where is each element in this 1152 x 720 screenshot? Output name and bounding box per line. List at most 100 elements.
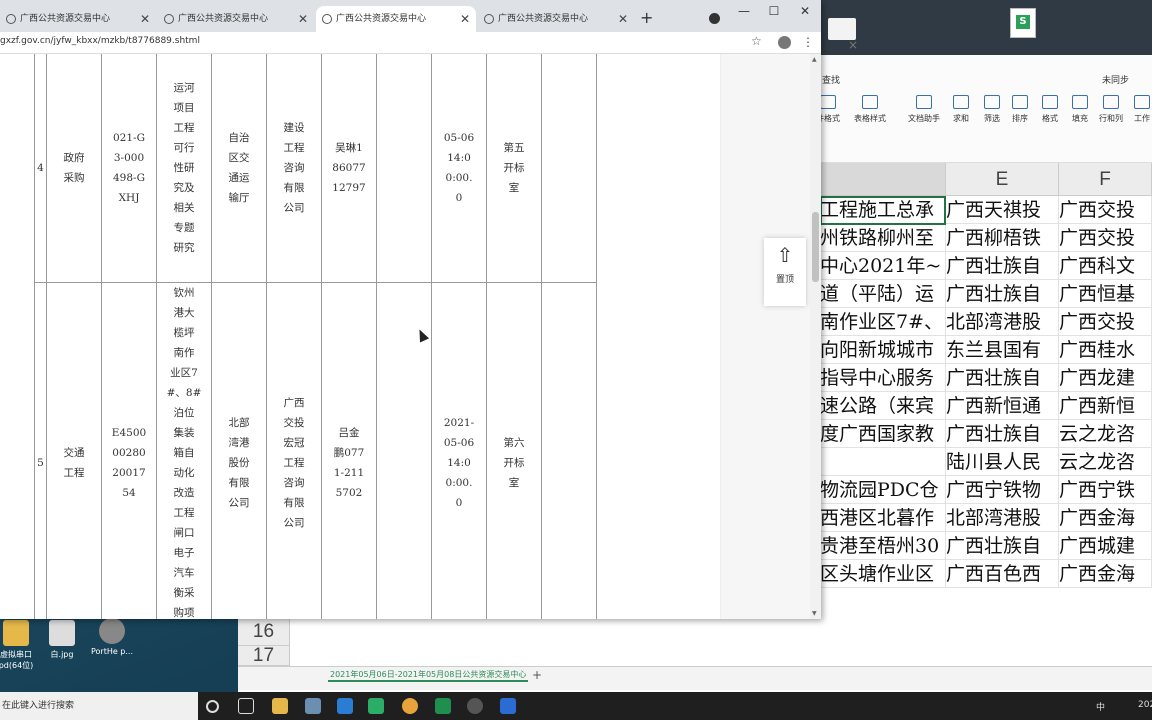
- spreadsheet-cell[interactable]: 广西金海: [1059, 560, 1152, 588]
- sort-button[interactable]: 排序: [1004, 95, 1036, 124]
- writer-app-icon[interactable]: [500, 698, 516, 714]
- spreadsheet-cell[interactable]: 东兰县国有: [946, 336, 1059, 364]
- spreadsheet-cell[interactable]: 广西桂水: [1059, 336, 1152, 364]
- browser-tab[interactable]: 广西公共资源交易中心 ✕: [478, 6, 634, 32]
- cortana-icon[interactable]: [206, 700, 219, 713]
- spreadsheet-cell[interactable]: 广西天祺投: [946, 196, 1059, 224]
- scroll-down-arrow-icon[interactable]: ▼: [812, 610, 817, 617]
- browser-tab-active[interactable]: 广西公共资源交易中心 ✕: [316, 6, 476, 32]
- app-icon[interactable]: [305, 698, 321, 714]
- spreadsheet-cell[interactable]: 广西百色西: [946, 560, 1059, 588]
- spreadsheet-cell[interactable]: [820, 448, 946, 476]
- spreadsheet-cell[interactable]: 广西壮族自: [946, 420, 1059, 448]
- desktop-icon-porthelper[interactable]: PortHe p...: [82, 618, 142, 656]
- spreadsheet-row: 南作业区7#、 北部湾港股 广西交投: [820, 308, 1152, 336]
- close-icon[interactable]: ✕: [140, 6, 150, 32]
- bookmark-star-icon[interactable]: ☆: [751, 34, 762, 48]
- new-tab-button[interactable]: +: [640, 8, 653, 27]
- sum-button[interactable]: 求和: [945, 95, 977, 124]
- spreadsheet-cell[interactable]: 广西宁铁: [1059, 476, 1152, 504]
- column-header-f[interactable]: F: [1059, 163, 1152, 196]
- chrome-icon[interactable]: [402, 698, 418, 714]
- spreadsheet-cell[interactable]: 道（平陆）运: [820, 280, 946, 308]
- close-icon[interactable]: ×: [848, 38, 858, 52]
- close-icon[interactable]: ✕: [298, 6, 308, 32]
- address-bar[interactable]: gxzf.gov.cn/jyfw_kbxx/mzkb/t8776889.shtm…: [0, 32, 821, 54]
- spreadsheet-cell[interactable]: 广西金海: [1059, 504, 1152, 532]
- table-style-button[interactable]: 表格样式: [854, 95, 886, 124]
- spreadsheet-cell[interactable]: 云之龙咨: [1059, 420, 1152, 448]
- spreadsheet-tab[interactable]: ×: [828, 18, 858, 52]
- spreadsheet-cell[interactable]: 广西宁铁物: [946, 476, 1059, 504]
- format-button[interactable]: 格式: [1034, 95, 1066, 124]
- spreadsheet-cell[interactable]: 速公路（来宾: [820, 392, 946, 420]
- page-scrollbar[interactable]: ▲ ▼: [810, 54, 821, 619]
- spreadsheet-cell[interactable]: 广西龙建: [1059, 364, 1152, 392]
- close-window-button[interactable]: ✕: [795, 4, 815, 18]
- edge-icon[interactable]: [337, 698, 353, 714]
- add-sheet-icon[interactable]: +: [532, 668, 542, 682]
- spreadsheet-cell[interactable]: 广西壮族自: [946, 280, 1059, 308]
- spreadsheet-cell[interactable]: 广西壮族自: [946, 252, 1059, 280]
- obs-icon[interactable]: [467, 698, 483, 714]
- spreadsheet-cell[interactable]: 广西城建: [1059, 532, 1152, 560]
- column-header-d[interactable]: [820, 163, 946, 196]
- spreadsheet-doc-icon[interactable]: S: [1010, 8, 1036, 38]
- spreadsheet-cell[interactable]: 南作业区7#、: [820, 308, 946, 336]
- url-text[interactable]: gxzf.gov.cn/jyfw_kbxx/mzkb/t8776889.shtm…: [0, 36, 200, 46]
- row-number[interactable]: 17: [238, 646, 290, 666]
- spreadsheet-cell[interactable]: 广西新恒: [1059, 392, 1152, 420]
- ime-indicator[interactable]: 中: [1096, 700, 1105, 713]
- spreadsheet-cell[interactable]: 广西柳梧铁: [946, 224, 1059, 252]
- column-header-e[interactable]: E: [946, 163, 1059, 196]
- spreadsheet-cell[interactable]: 州铁路柳州至: [820, 224, 946, 252]
- sync-status[interactable]: 未同步: [1102, 73, 1129, 86]
- find-menu[interactable]: 查找: [822, 73, 840, 86]
- spreadsheet-cell[interactable]: 陆川县人民: [946, 448, 1059, 476]
- taskbar-search[interactable]: 在此键入进行搜索: [0, 692, 198, 720]
- scroll-thumb[interactable]: [812, 212, 819, 282]
- minimize-button[interactable]: —: [734, 4, 754, 18]
- scroll-up-arrow-icon[interactable]: ▲: [812, 56, 817, 63]
- row-number[interactable]: 16: [238, 618, 290, 646]
- menu-kebab-icon[interactable]: ⋮: [802, 35, 814, 49]
- close-icon[interactable]: ✕: [618, 6, 628, 32]
- spreadsheet-cell[interactable]: 广西科文: [1059, 252, 1152, 280]
- clock[interactable]: 202: [1138, 700, 1152, 710]
- worksheet-button[interactable]: 工作: [1126, 95, 1152, 124]
- spreadsheet-cell[interactable]: 广西交投: [1059, 308, 1152, 336]
- maximize-button[interactable]: ☐: [764, 4, 784, 18]
- spreadsheet-cell[interactable]: 物流园PDC仓: [820, 476, 946, 504]
- task-view-icon[interactable]: [238, 698, 254, 714]
- sheet-tab[interactable]: 2021年05月06日-2021年05月08日公共资源交易中心: [328, 669, 529, 682]
- spreadsheet-cell[interactable]: 广西恒基: [1059, 280, 1152, 308]
- spreadsheet-grid[interactable]: E F 工程施工总承 广西天祺投 广西交投 州铁路柳州至 广西柳梧铁 广西交投 中心2021…: [820, 163, 1152, 692]
- spreadsheet-cell[interactable]: 向阳新城城市: [820, 336, 946, 364]
- spreadsheet-cell[interactable]: 广西交投: [1059, 224, 1152, 252]
- file-explorer-icon[interactable]: [272, 698, 288, 714]
- spreadsheet-cell[interactable]: 贵港至梧州30: [820, 532, 946, 560]
- wechat-icon[interactable]: [368, 698, 384, 714]
- spreadsheet-cell[interactable]: 西港区北暮作: [820, 504, 946, 532]
- tab-search-icon[interactable]: [709, 13, 720, 24]
- spreadsheet-cell[interactable]: 广西壮族自: [946, 532, 1059, 560]
- spreadsheet-cell[interactable]: 北部湾港股: [946, 504, 1059, 532]
- spreadsheet-cell[interactable]: 广西交投: [1059, 196, 1152, 224]
- spreadsheet-cell[interactable]: 中心2021年~: [820, 252, 946, 280]
- spreadsheet-cell[interactable]: 云之龙咨: [1059, 448, 1152, 476]
- spreadsheet-cell[interactable]: 指导中心服务: [820, 364, 946, 392]
- spreadsheet-cell[interactable]: 北部湾港股: [946, 308, 1059, 336]
- browser-tab[interactable]: 广西公共资源交易中心 ✕: [158, 6, 314, 32]
- fill-button[interactable]: 填充: [1064, 95, 1096, 124]
- profile-avatar-icon[interactable]: [778, 36, 791, 49]
- spreadsheet-cell[interactable]: 度广西国家教: [820, 420, 946, 448]
- spreadsheet-cell[interactable]: 广西壮族自: [946, 364, 1059, 392]
- back-to-top-button[interactable]: ⇧ 置顶: [764, 238, 806, 306]
- spreadsheet-app-icon[interactable]: [435, 698, 451, 714]
- close-icon[interactable]: ✕: [460, 6, 470, 32]
- browser-tab[interactable]: 广西公共资源交易中心 ✕: [0, 6, 156, 32]
- spreadsheet-cell[interactable]: 区头塘作业区: [820, 560, 946, 588]
- row-col-button[interactable]: 行和列: [1095, 95, 1127, 124]
- spreadsheet-cell[interactable]: 广西新恒通: [946, 392, 1059, 420]
- doc-assistant-button[interactable]: 文档助手: [908, 95, 940, 124]
